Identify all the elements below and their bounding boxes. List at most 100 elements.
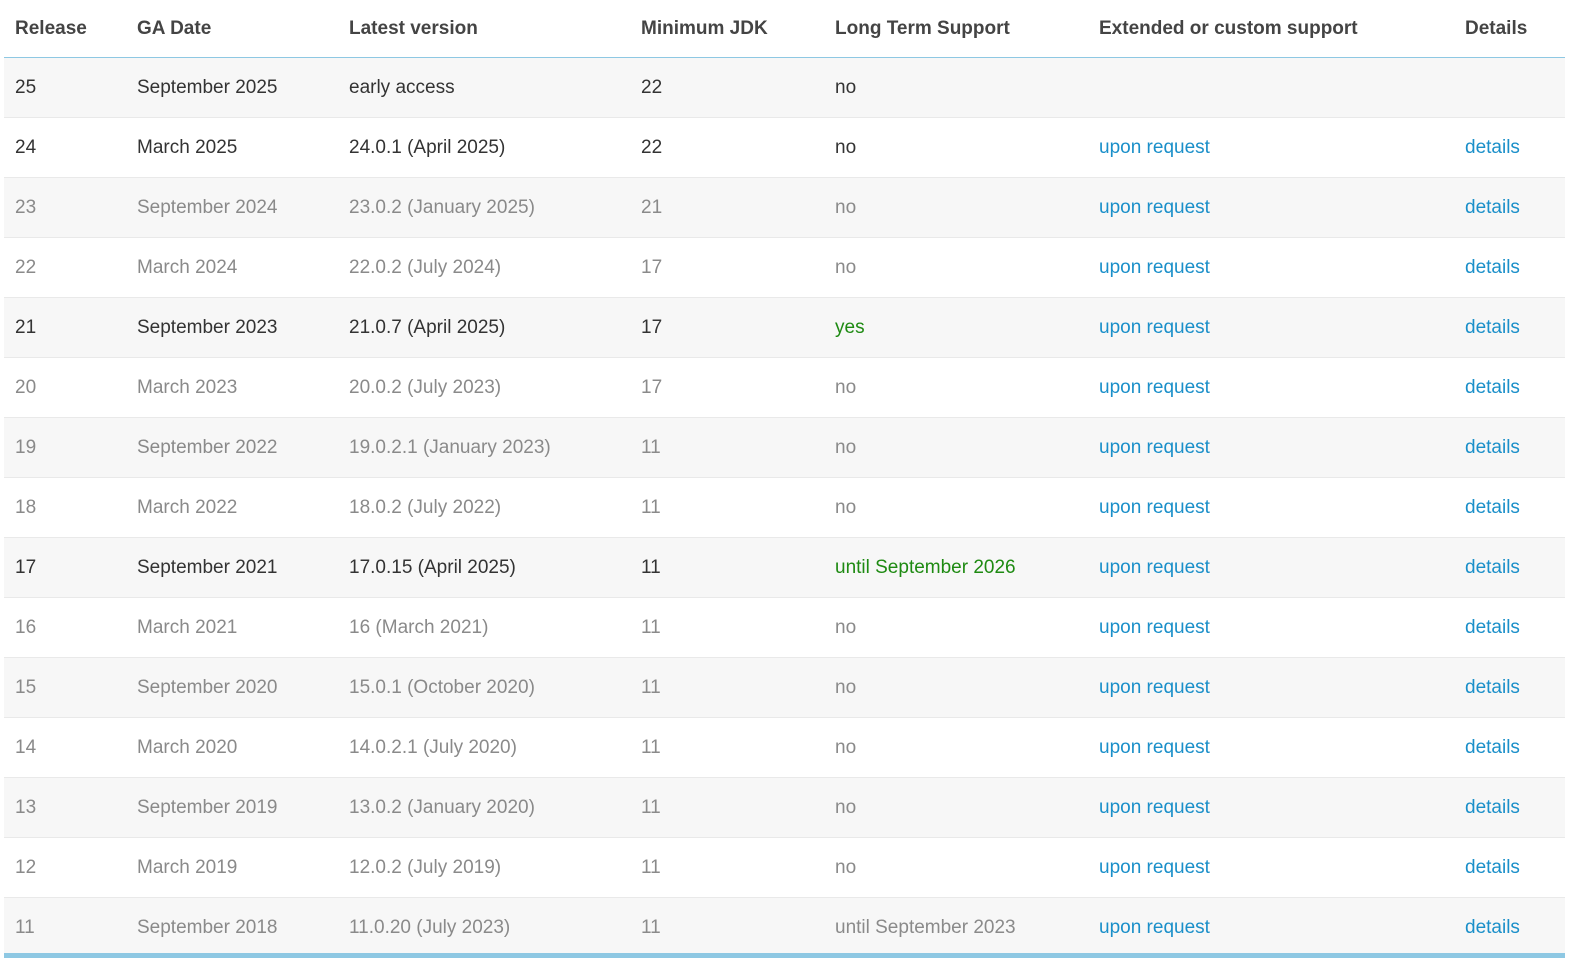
latest-version-cell: 23.0.2 (January 2025) bbox=[338, 177, 630, 238]
latest-version-cell: 16 (March 2021) bbox=[338, 597, 630, 658]
lts-cell: no bbox=[824, 597, 1088, 658]
lts-cell: no bbox=[824, 237, 1088, 298]
table-row: 25 September 2025 early access 22 no bbox=[4, 57, 1565, 118]
lts-cell: no bbox=[824, 417, 1088, 478]
details-link[interactable]: details bbox=[1454, 357, 1565, 418]
ga-date-cell: September 2023 bbox=[126, 297, 338, 358]
release-cell: 13 bbox=[4, 777, 126, 838]
details-link[interactable]: details bbox=[1454, 237, 1565, 298]
minimum-jdk-cell: 11 bbox=[630, 717, 824, 778]
details-link[interactable]: details bbox=[1454, 777, 1565, 838]
ga-date-cell: March 2019 bbox=[126, 837, 338, 898]
header-latest-version: Latest version bbox=[338, 0, 630, 58]
latest-version-cell: 22.0.2 (July 2024) bbox=[338, 237, 630, 298]
table-row: 13 September 2019 13.0.2 (January 2020) 11 n… bbox=[4, 777, 1565, 838]
table-body: 25 September 2025 early access 22 no 24 March … bbox=[4, 57, 1565, 957]
ga-date-cell: March 2022 bbox=[126, 477, 338, 538]
ga-date-cell: September 2022 bbox=[126, 417, 338, 478]
details-link[interactable]: details bbox=[1454, 177, 1565, 238]
minimum-jdk-cell: 11 bbox=[630, 477, 824, 538]
extended-support-link[interactable]: upon request bbox=[1088, 357, 1454, 418]
lts-cell: no bbox=[824, 117, 1088, 178]
extended-support-link[interactable]: upon request bbox=[1088, 537, 1454, 598]
latest-version-cell: 12.0.2 (July 2019) bbox=[338, 837, 630, 898]
extended-support-link[interactable]: upon request bbox=[1088, 717, 1454, 778]
minimum-jdk-cell: 17 bbox=[630, 297, 824, 358]
header-ga-date: GA Date bbox=[126, 0, 338, 58]
lts-cell: no bbox=[824, 717, 1088, 778]
minimum-jdk-cell: 11 bbox=[630, 537, 824, 598]
lts-cell: no bbox=[824, 837, 1088, 898]
lts-cell: until September 2026 bbox=[824, 537, 1088, 598]
release-cell: 14 bbox=[4, 717, 126, 778]
extended-support-link[interactable]: upon request bbox=[1088, 897, 1454, 957]
details-link[interactable]: details bbox=[1454, 897, 1565, 957]
table-row: 14 March 2020 14.0.2.1 (July 2020) 11 no upon… bbox=[4, 717, 1565, 778]
extended-support-link[interactable]: upon request bbox=[1088, 417, 1454, 478]
lts-cell: yes bbox=[824, 297, 1088, 358]
minimum-jdk-cell: 11 bbox=[630, 837, 824, 898]
details-link[interactable]: details bbox=[1454, 297, 1565, 358]
table-row: 19 September 2022 19.0.2.1 (January 2023) 1… bbox=[4, 417, 1565, 478]
details-link[interactable]: details bbox=[1454, 537, 1565, 598]
ga-date-cell: September 2019 bbox=[126, 777, 338, 838]
release-cell: 12 bbox=[4, 837, 126, 898]
details-link[interactable]: details bbox=[1454, 717, 1565, 778]
table-row: 15 September 2020 15.0.1 (October 2020) 11 n… bbox=[4, 657, 1565, 718]
release-cell: 17 bbox=[4, 537, 126, 598]
extended-support-link[interactable]: upon request bbox=[1088, 117, 1454, 178]
latest-version-cell: 17.0.15 (April 2025) bbox=[338, 537, 630, 598]
table-header: Release GA Date Latest version Minimum J… bbox=[4, 0, 1565, 58]
latest-version-cell: 11.0.20 (July 2023) bbox=[338, 897, 630, 957]
details-link[interactable]: details bbox=[1454, 477, 1565, 538]
ga-date-cell: March 2021 bbox=[126, 597, 338, 658]
release-cell: 25 bbox=[4, 57, 126, 118]
ga-date-cell: March 2025 bbox=[126, 117, 338, 178]
extended-support-link[interactable]: upon request bbox=[1088, 597, 1454, 658]
release-cell: 20 bbox=[4, 357, 126, 418]
extended-support-link[interactable]: upon request bbox=[1088, 237, 1454, 298]
lts-cell: no bbox=[824, 177, 1088, 238]
details-link[interactable]: details bbox=[1454, 657, 1565, 718]
release-cell: 22 bbox=[4, 237, 126, 298]
extended-support-link[interactable]: upon request bbox=[1088, 477, 1454, 538]
details-link[interactable]: details bbox=[1454, 597, 1565, 658]
extended-support-link[interactable]: upon request bbox=[1088, 297, 1454, 358]
lts-cell: no bbox=[824, 477, 1088, 538]
releases-table-container: Release GA Date Latest version Minimum J… bbox=[4, 0, 1565, 957]
minimum-jdk-cell: 11 bbox=[630, 597, 824, 658]
ga-date-cell: March 2023 bbox=[126, 357, 338, 418]
ga-date-cell: September 2025 bbox=[126, 57, 338, 118]
table-row: 17 September 2021 17.0.15 (April 2025) 11 un… bbox=[4, 537, 1565, 598]
extended-support-link[interactable]: upon request bbox=[1088, 777, 1454, 838]
table-row: 23 September 2024 23.0.2 (January 2025) 21 n… bbox=[4, 177, 1565, 238]
minimum-jdk-cell: 11 bbox=[630, 417, 824, 478]
release-cell: 24 bbox=[4, 117, 126, 178]
lts-cell: until September 2023 bbox=[824, 897, 1088, 957]
table-row: 18 March 2022 18.0.2 (July 2022) 11 no upon r… bbox=[4, 477, 1565, 538]
lts-cell: no bbox=[824, 57, 1088, 118]
latest-version-cell: 19.0.2.1 (January 2023) bbox=[338, 417, 630, 478]
extended-support-link[interactable]: upon request bbox=[1088, 177, 1454, 238]
extended-support-link[interactable]: upon request bbox=[1088, 657, 1454, 718]
minimum-jdk-cell: 11 bbox=[630, 777, 824, 838]
ga-date-cell: September 2021 bbox=[126, 537, 338, 598]
details-link[interactable]: details bbox=[1454, 837, 1565, 898]
release-cell: 15 bbox=[4, 657, 126, 718]
minimum-jdk-cell: 22 bbox=[630, 117, 824, 178]
latest-version-cell: 13.0.2 (January 2020) bbox=[338, 777, 630, 838]
details-link[interactable]: details bbox=[1454, 117, 1565, 178]
header-row: Release GA Date Latest version Minimum J… bbox=[4, 0, 1565, 58]
lts-cell: no bbox=[824, 357, 1088, 418]
latest-version-cell: 24.0.1 (April 2025) bbox=[338, 117, 630, 178]
header-details: Details bbox=[1454, 0, 1565, 58]
lts-cell: no bbox=[824, 777, 1088, 838]
ga-date-cell: March 2024 bbox=[126, 237, 338, 298]
header-minimum-jdk: Minimum JDK bbox=[630, 0, 824, 58]
details-link bbox=[1454, 57, 1565, 118]
extended-support-link[interactable]: upon request bbox=[1088, 837, 1454, 898]
details-link[interactable]: details bbox=[1454, 417, 1565, 478]
table-row: 12 March 2019 12.0.2 (July 2019) 11 no upon r… bbox=[4, 837, 1565, 898]
releases-table: Release GA Date Latest version Minimum J… bbox=[4, 0, 1565, 957]
latest-version-cell: 20.0.2 (July 2023) bbox=[338, 357, 630, 418]
